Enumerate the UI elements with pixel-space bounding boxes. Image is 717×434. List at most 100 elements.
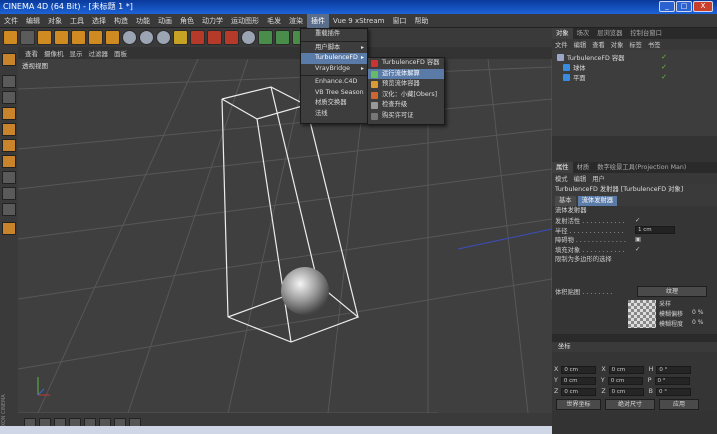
menu-13[interactable]: 插件 (307, 13, 329, 28)
menu-3[interactable]: 工具 (66, 14, 88, 28)
nurbs-icon[interactable] (275, 30, 290, 45)
turbulence-item-2[interactable]: 预览流体容器 (368, 79, 444, 90)
attr-subtab-0[interactable]: 基本 (555, 196, 576, 206)
menu-10[interactable]: 运动图形 (227, 14, 263, 28)
menu-item-1[interactable]: 编辑 (571, 174, 590, 183)
object-row[interactable]: 平面 ✓ (552, 72, 717, 82)
z-axis-icon[interactable] (156, 30, 171, 45)
menu-item-5[interactable]: 书签 (645, 40, 664, 49)
plugins-item-2[interactable]: TurbulenceFD ▸ (301, 53, 367, 64)
polygons-mode-icon[interactable] (2, 155, 16, 168)
live-select-icon[interactable] (37, 30, 52, 45)
attr-subtab-1[interactable]: 流体发射器 (577, 196, 618, 206)
visibility-check-icon[interactable]: ✓ (661, 73, 667, 81)
move-icon[interactable] (54, 30, 69, 45)
object-row[interactable]: 球体 ✓ (552, 62, 717, 72)
object-row[interactable]: TurbulenceFD 容器 ✓ (552, 52, 717, 62)
world-coord-select[interactable]: 世界坐标 (556, 398, 601, 410)
field-value[interactable]: 1 cm (635, 226, 675, 235)
menu-item-0[interactable]: 模式 (552, 174, 571, 183)
menu-5[interactable]: 构造 (110, 14, 132, 28)
size-mode-select[interactable]: 绝对尺寸 (605, 398, 655, 410)
plugins-item-7[interactable]: 法线 (301, 109, 367, 120)
plugins-item-1[interactable]: 用户脚本 ▸ (301, 43, 367, 54)
maximize-button[interactable]: □ (676, 1, 692, 12)
menu-16[interactable]: 帮助 (410, 14, 432, 28)
field-value[interactable]: ▣ (635, 236, 641, 243)
menu-14[interactable]: Vue 9 xStream (329, 14, 388, 28)
coord-val3[interactable]: 0 ° (655, 387, 691, 396)
tab-1[interactable]: 场次 (573, 28, 594, 39)
tab-0[interactable]: 属性 (552, 162, 573, 173)
menu-item-3[interactable]: 对象 (608, 40, 627, 49)
turbulence-item-1[interactable]: 运行流体解算 (368, 68, 444, 79)
viewport-menu-3[interactable]: 过滤器 (86, 48, 112, 58)
turbulence-item-5[interactable]: 购买许可证 (368, 111, 444, 122)
menu-2[interactable]: 对象 (44, 14, 66, 28)
turbulence-item-4[interactable]: 检查升级 (368, 100, 444, 111)
menu-0[interactable]: 文件 (0, 14, 22, 28)
model-mode-icon[interactable] (2, 75, 16, 88)
tab-0[interactable]: 对象 (552, 28, 573, 39)
menu-item-0[interactable]: 文件 (552, 40, 571, 49)
panel-scrollbar[interactable] (552, 334, 717, 342)
plugins-item-0[interactable]: 重载插件 (301, 29, 367, 40)
menu-15[interactable]: 窗口 (388, 14, 410, 28)
rotate-icon[interactable] (88, 30, 103, 45)
spline-icon[interactable] (258, 30, 273, 45)
menu-item-1[interactable]: 编辑 (571, 40, 590, 49)
texture-button[interactable]: 纹理 (637, 286, 707, 297)
turbulence-item-3[interactable]: 汉化：小藏[Obers] (368, 90, 444, 101)
perspective-viewport[interactable]: 透视视图 (18, 59, 552, 413)
close-button[interactable]: X (693, 1, 713, 12)
edges-mode-icon[interactable] (2, 139, 16, 152)
y-axis-icon[interactable] (139, 30, 154, 45)
visibility-check-icon[interactable]: ✓ (661, 63, 667, 71)
menu-item-2[interactable]: 查看 (589, 40, 608, 49)
coord-val[interactable]: 0 cm (560, 376, 596, 385)
menu-6[interactable]: 功能 (132, 14, 154, 28)
menu-7[interactable]: 动画 (154, 14, 176, 28)
x-axis-icon[interactable] (122, 30, 137, 45)
field-value[interactable]: ✓ (635, 217, 640, 224)
cube-icon[interactable] (241, 30, 256, 45)
menu-12[interactable]: 渲染 (285, 14, 307, 28)
tab-2[interactable]: 层浏览器 (593, 28, 626, 39)
make-editable-icon[interactable] (2, 53, 16, 66)
coord-val2[interactable]: 0 cm (607, 376, 643, 385)
coord-val2[interactable]: 0 cm (608, 387, 644, 396)
tab-1[interactable]: 材质 (573, 162, 594, 173)
plugins-item-6[interactable]: 材质交换器 (301, 98, 367, 109)
render-picture-viewer-icon[interactable] (207, 30, 222, 45)
render-settings-icon[interactable] (224, 30, 239, 45)
undo-icon[interactable] (3, 30, 18, 45)
blur-offset-value[interactable]: 0 % (692, 309, 703, 316)
field-value[interactable]: ✓ (635, 246, 640, 253)
menu-11[interactable]: 毛发 (263, 14, 285, 28)
plugins-item-5[interactable]: VB Tree Season (301, 88, 367, 99)
menu-4[interactable]: 选择 (88, 14, 110, 28)
tab-2[interactable]: 数字绘景工具(Projection Man) (593, 162, 690, 173)
points-mode-icon[interactable] (2, 123, 16, 136)
blur-strength-value[interactable]: 0 % (692, 319, 703, 326)
plugins-item-3[interactable]: VrayBridge ▸ (301, 64, 367, 75)
tab-3[interactable]: 控制台窗口 (626, 28, 665, 39)
axis-mode-icon[interactable] (2, 171, 16, 184)
apply-button[interactable]: 应用 (659, 398, 699, 410)
turbulence-item-0[interactable]: TurbulenceFD 容器 (368, 58, 444, 69)
recent-tool-icon[interactable] (105, 30, 120, 45)
menu-9[interactable]: 动力学 (198, 14, 227, 28)
tweak-mode-icon[interactable] (2, 187, 16, 200)
menu-1[interactable]: 编辑 (22, 14, 44, 28)
texture-mode-icon[interactable] (2, 91, 16, 104)
menu-item-4[interactable]: 标签 (626, 40, 645, 49)
viewport-menu-4[interactable]: 面板 (111, 48, 130, 58)
coord-val[interactable]: 0 cm (561, 365, 597, 374)
coordinate-system-icon[interactable] (173, 30, 188, 45)
menu-item-2[interactable]: 用户 (589, 174, 608, 183)
viewport-menu-0[interactable]: 查看 (22, 48, 41, 58)
minimize-button[interactable]: _ (659, 1, 675, 12)
viewport-menu-2[interactable]: 显示 (67, 48, 86, 58)
menu-8[interactable]: 角色 (176, 14, 198, 28)
redo-icon[interactable] (20, 30, 35, 45)
